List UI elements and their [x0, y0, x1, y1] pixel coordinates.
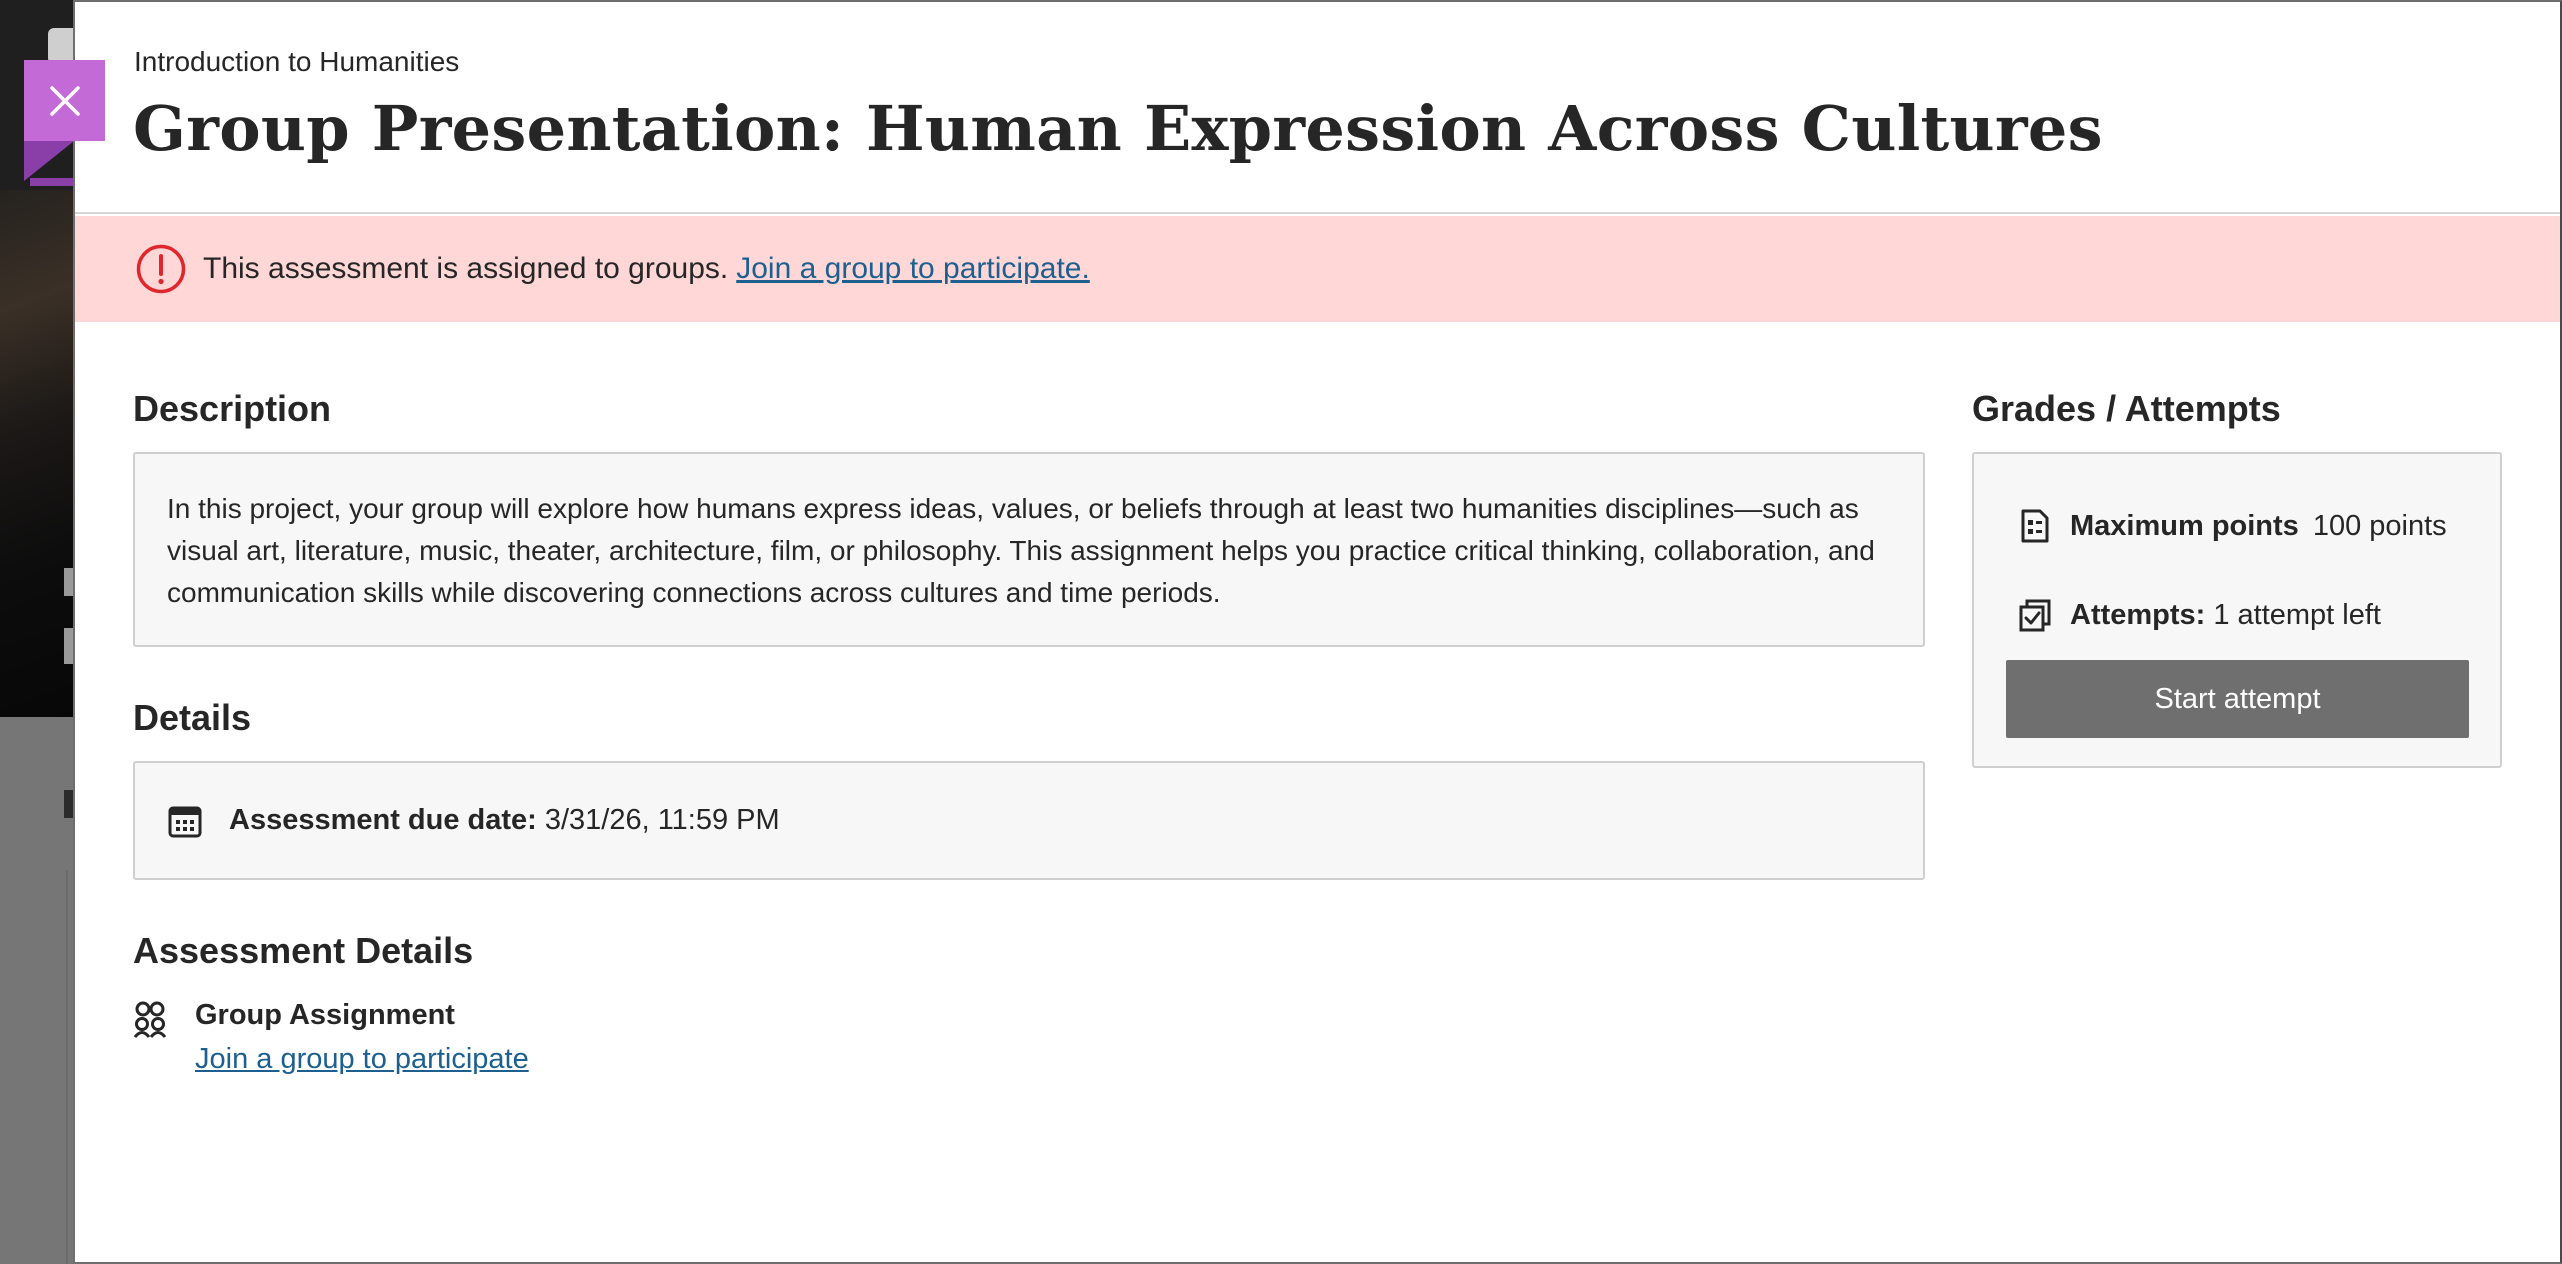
- close-panel-button[interactable]: [24, 60, 105, 141]
- page-title: Group Presentation: Human Expression Acr…: [133, 92, 2103, 165]
- max-points-label: Maximum points: [2070, 509, 2299, 542]
- details-box: Assessment due date: 3/31/26, 11:59 PM: [133, 761, 1925, 880]
- close-button-tab: [24, 141, 74, 181]
- attempts-label: Attempts:: [2070, 598, 2206, 631]
- background-content: [0, 717, 74, 1264]
- description-box: In this project, your group will explore…: [133, 452, 1925, 647]
- group-assignment-title: Group Assignment: [195, 999, 455, 1031]
- description-text: In this project, your group will explore…: [167, 493, 1875, 608]
- start-attempt-button[interactable]: Start attempt: [2006, 660, 2469, 738]
- grade-document-icon: [2021, 509, 2049, 543]
- max-points-value: 100 points: [2312, 509, 2447, 542]
- assessment-panel: Introduction to Humanities Group Present…: [73, 0, 2562, 1264]
- background-page: [0, 0, 74, 1264]
- panel-header: Introduction to Humanities Group Present…: [75, 2, 2560, 214]
- assessment-details-heading: Assessment Details: [133, 930, 474, 971]
- group-assignment-row: Group Assignment Join a group to partici…: [133, 998, 529, 1076]
- alert-text: This assessment is assigned to groups.: [203, 252, 729, 285]
- exclamation-circle-icon: [136, 244, 186, 294]
- background-banner-image: [0, 190, 74, 717]
- due-date-value: 3/31/26, 11:59 PM: [544, 804, 780, 836]
- group-icon: [133, 1001, 167, 1038]
- home-icon: [48, 28, 74, 64]
- background-divider: [66, 870, 68, 1264]
- join-group-link-secondary[interactable]: Join a group to participate: [195, 1042, 529, 1076]
- grades-box: Maximum points 100 points Attempts: 1 at…: [1972, 452, 2502, 768]
- grades-heading: Grades / Attempts: [1972, 388, 2281, 429]
- join-group-link[interactable]: Join a group to participate.: [736, 252, 1090, 286]
- description-heading: Description: [133, 388, 332, 429]
- attempts-row: Attempts: 1 attempt left: [2018, 597, 2381, 633]
- group-alert-banner: This assessment is assigned to groups. J…: [75, 216, 2560, 322]
- due-date-label: Assessment due date:: [229, 804, 537, 836]
- close-icon: [49, 85, 80, 116]
- attempts-value: 1 attempt left: [2213, 598, 2381, 631]
- max-points-row: Maximum points 100 points: [2018, 508, 2447, 544]
- attempts-icon: [2019, 599, 2051, 632]
- course-name: Introduction to Humanities: [134, 46, 460, 77]
- calendar-icon: [168, 806, 202, 837]
- details-heading: Details: [133, 697, 252, 738]
